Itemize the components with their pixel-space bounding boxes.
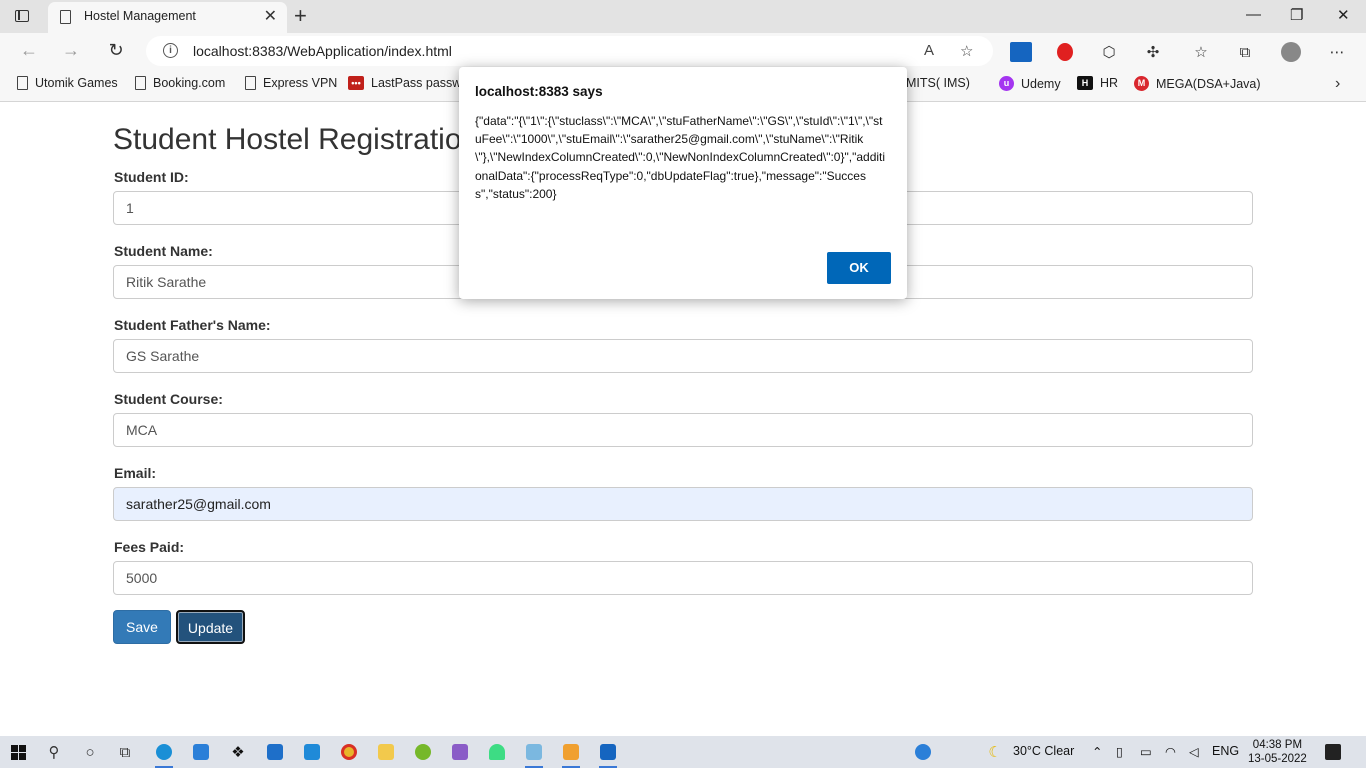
chevron-up-icon[interactable]: ⌃ — [1092, 744, 1102, 759]
mail-icon[interactable] — [190, 741, 212, 763]
refresh-icon[interactable]: ↻ — [105, 39, 127, 61]
windows-start-icon[interactable] — [7, 741, 29, 763]
hackerrank-icon: H — [1077, 76, 1093, 90]
page-icon — [245, 76, 256, 90]
close-tab-icon[interactable]: ✕ — [264, 6, 277, 26]
bookmark-label: MEGA(DSA+Java) — [1156, 76, 1261, 91]
edge-icon[interactable] — [153, 741, 175, 768]
bookmark-label: MITS( IMS) — [906, 76, 970, 90]
tab-actions-icon[interactable] — [12, 7, 32, 25]
read-aloud-icon[interactable]: A — [924, 42, 934, 59]
vscode-icon[interactable] — [301, 741, 323, 763]
android-studio-icon[interactable] — [486, 741, 508, 763]
mega-icon: M — [1134, 76, 1149, 91]
volume-icon[interactable]: ◁ — [1189, 744, 1199, 759]
course-input[interactable]: MCA — [113, 413, 1253, 447]
language-indicator[interactable]: ENG — [1212, 744, 1239, 758]
bookmark-label: Express VPN — [263, 76, 338, 90]
email-label: Email: — [114, 465, 157, 481]
search-icon[interactable]: ⚲ — [43, 741, 65, 763]
profile-avatar-icon[interactable] — [1280, 41, 1302, 63]
alert-dialog: localhost:8383 says {"data":"{\"1\":{\"s… — [459, 67, 907, 299]
bookmark-label: LastPass passwo — [371, 76, 469, 90]
bookmark-label: Booking.com — [153, 76, 226, 90]
clock-date: 13-05-2022 — [1248, 753, 1307, 765]
battery-icon[interactable]: ▭ — [1140, 744, 1152, 759]
taskbar: ⚲ ○ ⧉ ❖ ☾ 30°C Clear ⌃ ▯ ▭ ◠ ◁ ENG 04:38… — [0, 736, 1366, 768]
course-label: Student Course: — [114, 391, 223, 407]
page-title: Student Hostel Registration — [113, 123, 479, 156]
address-toolbar: ← → ↻ i localhost:8383/WebApplication/in… — [0, 33, 1366, 69]
netbeans-icon[interactable] — [560, 741, 582, 768]
page-icon — [135, 76, 146, 90]
bookmark-label: Udemy — [1021, 76, 1061, 91]
clock-time: 04:38 PM — [1252, 739, 1303, 751]
bookmark-udemy[interactable]: u Udemy — [999, 76, 1061, 91]
bookmark-hr[interactable]: H HR — [1077, 76, 1118, 90]
update-button[interactable]: Update — [176, 610, 245, 644]
utorrent-icon[interactable] — [412, 741, 434, 763]
tab-title: Hostel Management — [84, 9, 196, 23]
app-icon[interactable] — [264, 741, 286, 763]
close-window-icon[interactable]: ✕ — [1337, 6, 1350, 24]
back-icon[interactable]: ← — [18, 39, 40, 61]
bookmark-lastpass[interactable]: ••• LastPass passwo — [348, 76, 468, 90]
cortana-icon[interactable]: ○ — [79, 741, 101, 763]
email-input[interactable]: sarather25@gmail.com — [113, 487, 1253, 521]
chrome-icon[interactable] — [338, 741, 360, 763]
notepad-icon[interactable] — [523, 741, 545, 768]
udemy-icon: u — [999, 76, 1014, 91]
network-device-icon[interactable]: ▯ — [1116, 744, 1123, 759]
chevron-right-icon[interactable]: › — [1335, 75, 1340, 93]
fees-label: Fees Paid: — [114, 539, 185, 555]
bookmark-label: Utomik Games — [35, 76, 118, 90]
bookmark-expressvpn[interactable]: Express VPN — [245, 76, 337, 90]
photos-icon[interactable] — [597, 741, 619, 768]
site-info-icon[interactable]: i — [163, 43, 178, 58]
bookmark-mits[interactable]: MITS( IMS) — [906, 76, 970, 90]
lastpass-icon: ••• — [348, 76, 364, 90]
weather-moon-icon: ☾ — [988, 744, 1002, 761]
cube-extension-icon[interactable]: ⬡ — [1098, 41, 1120, 63]
file-explorer-icon[interactable] — [375, 741, 397, 763]
student-id-label: Student ID: — [114, 169, 189, 185]
new-tab-icon[interactable]: + — [294, 3, 307, 29]
fees-input[interactable]: 5000 — [113, 561, 1253, 595]
wifi-icon[interactable]: ◠ — [1165, 744, 1176, 759]
bookmark-label: HR — [1100, 76, 1119, 90]
adblock-icon[interactable] — [1054, 41, 1076, 63]
system-clock[interactable]: 04:38 PM 13-05-2022 — [1248, 738, 1307, 766]
extensions-icon[interactable]: ✣ — [1142, 41, 1164, 63]
dropbox-icon[interactable]: ❖ — [227, 741, 249, 763]
minimize-icon[interactable]: — — [1246, 6, 1261, 23]
more-menu-icon[interactable]: ⋯ — [1326, 41, 1348, 63]
favorites-icon[interactable]: ☆ — [1190, 41, 1212, 63]
page-icon — [60, 10, 71, 24]
bookmark-mega[interactable]: M MEGA(DSA+Java) — [1134, 76, 1261, 91]
dialog-title: localhost:8383 says — [475, 84, 603, 99]
page-icon — [17, 76, 28, 90]
tab-bar: Hostel Management ✕ + — ❐ ✕ — [0, 0, 1366, 33]
visual-studio-icon[interactable] — [449, 741, 471, 763]
father-name-input[interactable]: GS Sarathe — [113, 339, 1253, 373]
collections-icon[interactable]: ⧉ — [1234, 41, 1256, 63]
active-tab[interactable]: Hostel Management ✕ — [48, 2, 287, 33]
student-name-label: Student Name: — [114, 243, 213, 259]
dialog-message: {"data":"{\"1\":{\"stuclass\":\"MCA\",\"… — [475, 114, 886, 201]
restore-icon[interactable]: ❐ — [1290, 6, 1303, 24]
save-button[interactable]: Save — [113, 610, 171, 644]
ok-button[interactable]: OK — [827, 252, 891, 284]
forward-icon[interactable]: → — [60, 39, 82, 61]
help-icon[interactable] — [912, 741, 934, 763]
url-text[interactable]: localhost:8383/WebApplication/index.html — [193, 43, 452, 59]
bookmark-utomik[interactable]: Utomik Games — [17, 76, 118, 90]
extension-new-icon[interactable] — [1010, 41, 1032, 63]
bookmark-booking[interactable]: Booking.com — [135, 76, 225, 90]
task-view-icon[interactable]: ⧉ — [114, 741, 136, 763]
weather-text[interactable]: 30°C Clear — [1013, 744, 1074, 758]
address-bar[interactable]: i localhost:8383/WebApplication/index.ht… — [146, 36, 993, 66]
father-name-label: Student Father's Name: — [114, 317, 271, 333]
notifications-icon[interactable] — [1322, 741, 1344, 763]
favorite-add-icon[interactable]: ☆ — [960, 42, 973, 60]
